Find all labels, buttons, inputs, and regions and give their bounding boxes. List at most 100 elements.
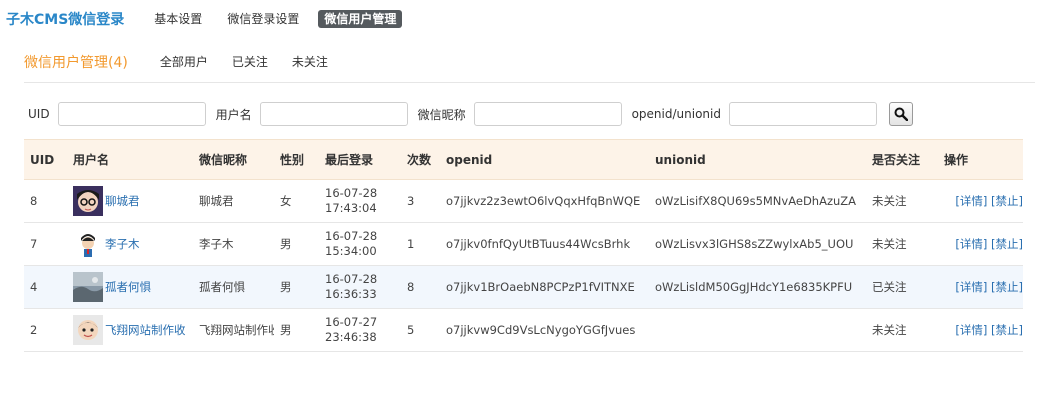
- cell-follow: 未关注: [866, 179, 938, 223]
- col-nickname: 微信昵称: [193, 139, 274, 180]
- last-login-date: 16-07-28: [325, 229, 378, 243]
- cell-username: 飞翔网站制作收: [67, 308, 193, 352]
- detail-link[interactable]: [详情]: [955, 323, 987, 337]
- filter-all-users[interactable]: 全部用户: [160, 50, 208, 74]
- uid-label: UID: [28, 107, 50, 121]
- filter-followed[interactable]: 已关注: [232, 50, 268, 74]
- ban-link[interactable]: [禁止]: [991, 280, 1023, 294]
- app-title[interactable]: 子木CMS微信登录: [6, 9, 124, 29]
- cell-nickname: 孤者何惧: [193, 265, 274, 309]
- last-login-time: 15:34:00: [325, 244, 377, 258]
- last-login-time: 23:46:38: [325, 330, 377, 344]
- table-row: 8 聊城君 聊城君 女 16-07-28 17:43:04 3 o7jjkvz2…: [24, 179, 1023, 223]
- page-title: 微信用户管理(4): [24, 55, 128, 71]
- nickname-label: 微信昵称: [417, 107, 466, 122]
- cell-last-login: 16-07-28 16:36:33: [319, 265, 401, 309]
- cell-action: [详情] [禁止]: [938, 308, 1023, 352]
- users-table: UID 用户名 微信昵称 性别 最后登录 次数 openid unionid 是…: [24, 139, 1023, 352]
- cell-unionid: oWzLisvx3lGHS8sZZwylxAb5_UOU: [649, 222, 866, 266]
- nickname-input[interactable]: [473, 102, 622, 126]
- cell-openid: o7jjkv1BrOaebN8PCPzP1fVITNXE: [440, 265, 649, 309]
- detail-link[interactable]: [详情]: [955, 280, 987, 294]
- last-login-time: 16:36:33: [325, 287, 377, 301]
- cell-follow: 已关注: [866, 265, 938, 309]
- cell-username: 聊城君: [67, 179, 193, 223]
- cell-unionid: oWzLisldM50GgJHdcY1e6835KPFU: [649, 265, 866, 309]
- avatar: [73, 315, 103, 345]
- last-login-date: 16-07-28: [325, 186, 378, 200]
- avatar: [73, 272, 103, 302]
- avatar: [73, 186, 103, 216]
- cell-gender: 男: [274, 308, 319, 352]
- col-openid: openid: [440, 139, 649, 180]
- table-header-row: UID 用户名 微信昵称 性别 最后登录 次数 openid unionid 是…: [24, 139, 1023, 180]
- cell-unionid: [649, 308, 866, 352]
- cell-action: [详情] [禁止]: [938, 265, 1023, 309]
- cell-count: 1: [401, 222, 440, 266]
- table-row: 2 飞翔网站制作收 飞翔网站制作收 男 16-07-27 23:46:38 5 …: [24, 308, 1023, 352]
- table-row: 7 李子木 李子木 男 16-07-28 15:34:00 1 o7jjkv0f…: [24, 222, 1023, 266]
- detail-link[interactable]: [详情]: [955, 194, 987, 208]
- cell-nickname: 聊城君: [193, 179, 274, 223]
- cell-last-login: 16-07-28 17:43:04: [319, 179, 401, 223]
- cell-uid: 7: [24, 222, 67, 266]
- cell-gender: 男: [274, 265, 319, 309]
- cell-unionid: oWzLisifX8QU69s5MNvAeDhAzuZA: [649, 179, 866, 223]
- sub-header: 微信用户管理(4) 全部用户 已关注 未关注: [24, 50, 1035, 83]
- col-username: 用户名: [67, 139, 193, 180]
- search-icon: [894, 107, 908, 121]
- cell-nickname: 李子木: [193, 222, 274, 266]
- col-uid: UID: [24, 139, 67, 180]
- search-bar: UID 用户名 微信昵称 openid/unionid: [28, 100, 913, 128]
- cell-openid: o7jjkvz2z3ewtO6lvQqxHfqBnWQE: [440, 179, 649, 223]
- username-input[interactable]: [259, 102, 408, 126]
- top-bar: 子木CMS微信登录 基本设置 微信登录设置 微信用户管理: [6, 9, 415, 29]
- cell-gender: 女: [274, 179, 319, 223]
- cell-last-login: 16-07-28 15:34:00: [319, 222, 401, 266]
- username-link[interactable]: 飞翔网站制作收: [105, 322, 186, 338]
- username-link[interactable]: 聊城君: [105, 193, 140, 209]
- ban-link[interactable]: [禁止]: [991, 237, 1023, 251]
- cell-gender: 男: [274, 222, 319, 266]
- search-button[interactable]: [888, 102, 913, 126]
- cell-openid: o7jjkvw9Cd9VsLcNygoYGGfJvues: [440, 308, 649, 352]
- col-last-login: 最后登录: [319, 139, 401, 180]
- cell-follow: 未关注: [866, 222, 938, 266]
- avatar: [73, 229, 103, 259]
- cell-openid: o7jjkv0fnfQyUtBTuus44WcsBrhk: [440, 222, 649, 266]
- cell-uid: 8: [24, 179, 67, 223]
- cell-last-login: 16-07-27 23:46:38: [319, 308, 401, 352]
- cell-action: [详情] [禁止]: [938, 222, 1023, 266]
- cell-count: 3: [401, 179, 440, 223]
- col-follow: 是否关注: [866, 139, 938, 180]
- filter-unfollowed[interactable]: 未关注: [292, 50, 328, 74]
- cell-count: 8: [401, 265, 440, 309]
- username-link[interactable]: 孤者何惧: [105, 279, 151, 295]
- table-row: 4 孤者何惧 孤者何惧 男 16-07-28 16:36:33 8 o7jjkv…: [24, 265, 1023, 309]
- cell-count: 5: [401, 308, 440, 352]
- username-link[interactable]: 李子木: [105, 236, 140, 252]
- uid-input[interactable]: [57, 102, 206, 126]
- openid-input[interactable]: [728, 102, 877, 126]
- username-label: 用户名: [215, 107, 252, 122]
- col-action: 操作: [938, 139, 1023, 180]
- cell-uid: 4: [24, 265, 67, 309]
- top-nav: 基本设置 微信登录设置 微信用户管理: [148, 10, 415, 28]
- cell-username: 李子木: [67, 222, 193, 266]
- ban-link[interactable]: [禁止]: [991, 194, 1023, 208]
- nav-basic-settings[interactable]: 基本设置: [148, 10, 208, 28]
- nav-wechat-user-management[interactable]: 微信用户管理: [318, 10, 403, 28]
- col-gender: 性别: [274, 139, 319, 180]
- cell-username: 孤者何惧: [67, 265, 193, 309]
- cell-action: [详情] [禁止]: [938, 179, 1023, 223]
- ban-link[interactable]: [禁止]: [991, 323, 1023, 337]
- cell-nickname: 飞翔网站制作收: [193, 308, 274, 352]
- col-unionid: unionid: [649, 139, 866, 180]
- last-login-date: 16-07-27: [325, 315, 378, 329]
- detail-link[interactable]: [详情]: [955, 237, 987, 251]
- cell-follow: 未关注: [866, 308, 938, 352]
- nav-wechat-login-settings[interactable]: 微信登录设置: [221, 10, 305, 28]
- cell-uid: 2: [24, 308, 67, 352]
- openid-label: openid/unionid: [631, 107, 721, 121]
- col-count: 次数: [401, 139, 440, 180]
